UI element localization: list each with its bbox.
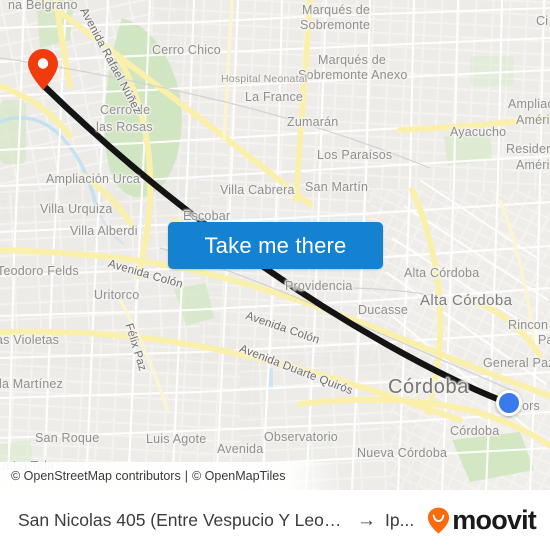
take-me-there-button[interactable]: Take me there [168, 222, 383, 269]
map-attribution: © OpenStreetMap contributors | © OpenMap… [0, 462, 550, 490]
route-summary: San Nicolas 405 (Entre Vespucio Y Leonor… [18, 510, 421, 532]
attribution-separator: | [184, 469, 188, 483]
origin-pin-icon[interactable] [27, 48, 59, 92]
moovit-wordmark: moovit [452, 505, 537, 535]
attribution-osm[interactable]: © OpenStreetMap contributors [11, 469, 181, 483]
map-container[interactable]: na Belgrano Cerro Chico Marqués de Sobremon… [0, 0, 550, 490]
destination-dot-marker[interactable] [496, 390, 522, 416]
route-destination-label: Ip... [385, 510, 415, 530]
moovit-map-screen: na Belgrano Cerro Chico Marqués de Sobremon… [0, 0, 550, 550]
route-origin-label: San Nicolas 405 (Entre Vespucio Y Leonor… [18, 510, 348, 530]
arrow-right-icon: → [357, 509, 376, 531]
footer-bar: San Nicolas 405 (Entre Vespucio Y Leonor… [0, 490, 550, 550]
moovit-pin-icon [427, 507, 450, 534]
attribution-openmaptiles[interactable]: © OpenMapTiles [192, 469, 286, 483]
moovit-logo[interactable]: moovit [427, 505, 537, 536]
